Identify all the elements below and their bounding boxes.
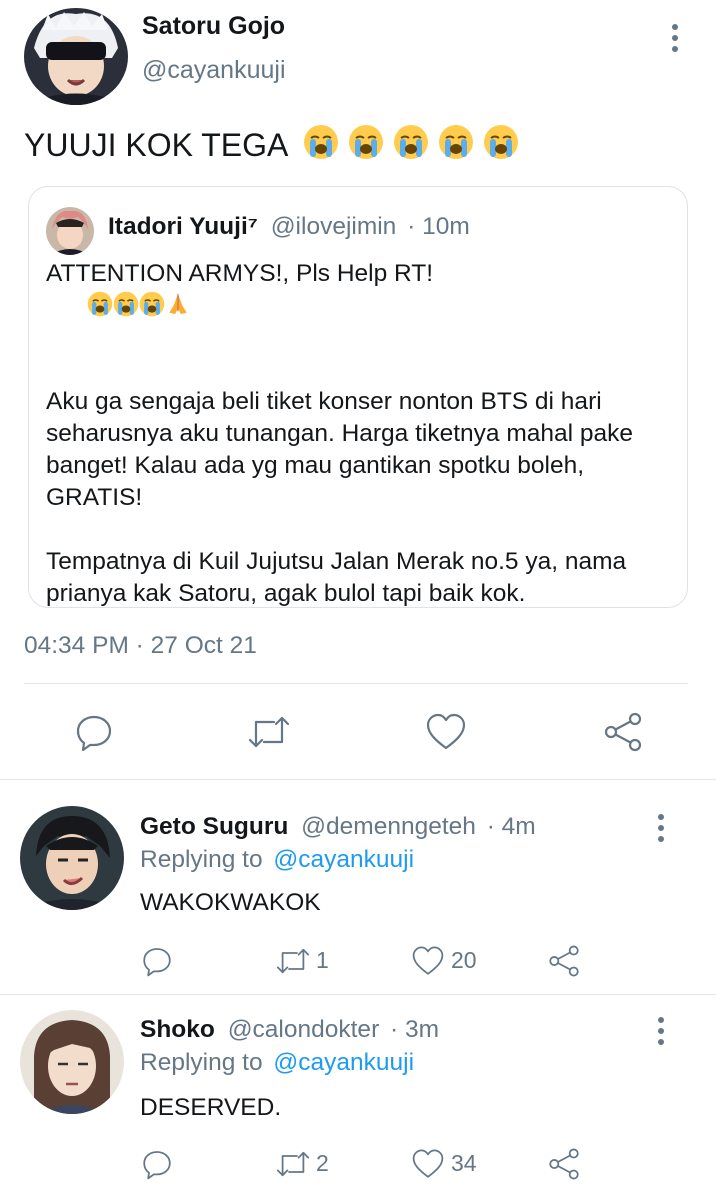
quoted-emoji-row (46, 291, 191, 351)
quoted-tweet-header: Itadori Yuuji⁷ @ilovejimin · 10m (108, 213, 470, 241)
retweet-icon[interactable] (246, 712, 292, 752)
reply-1-retweet-count: 1 (316, 947, 329, 973)
crying-face-icon (139, 291, 165, 317)
main-author-handle[interactable]: @cayankuuji (142, 56, 286, 85)
like-icon[interactable] (411, 945, 445, 977)
quoted-tweet-time: · 10m (407, 213, 470, 240)
reply-2-like-count: 34 (451, 1150, 477, 1176)
crying-face-icon (304, 125, 339, 159)
avatar-itadori-yuuji[interactable] (46, 207, 94, 255)
loudly-crying-emoji-row (303, 125, 519, 163)
share-icon[interactable] (547, 944, 581, 978)
like-icon[interactable] (411, 1148, 445, 1180)
reply-2-header: Shoko @calondokter · 3m (140, 1016, 439, 1044)
quoted-author-name[interactable]: Itadori Yuuji⁷ (108, 213, 258, 240)
divider (24, 683, 688, 684)
main-tweet-text-content: YUUJI KOK TEGA (24, 127, 287, 163)
reply-2-time: · 3m (390, 1016, 440, 1043)
avatar-shoko[interactable] (20, 1010, 124, 1114)
retweet-icon[interactable] (274, 945, 312, 977)
quoted-author-handle[interactable]: @ilovejimin (271, 213, 397, 240)
crying-face-icon (439, 125, 474, 159)
crying-face-icon (484, 125, 519, 159)
quoted-tweet-body: ATTENTION ARMYS!, Pls Help RT! Aku ga se… (46, 258, 666, 642)
replying-to-link[interactable]: @cayankuuji (273, 1049, 414, 1076)
reply-icon[interactable] (141, 1148, 173, 1180)
reply-1-header: Geto Suguru @demenngeteh · 4m (140, 813, 536, 841)
more-options-icon[interactable] (655, 814, 667, 842)
main-tweet-text: YUUJI KOK TEGA (24, 124, 519, 165)
more-options-icon[interactable] (655, 1017, 667, 1045)
share-icon[interactable] (547, 1147, 581, 1181)
reply-2-text: DESERVED. (140, 1094, 282, 1121)
reply-2-replying-to: Replying to @cayankuuji (140, 1049, 414, 1077)
replying-to-label: Replying to (140, 1049, 263, 1076)
retweet-icon[interactable] (274, 1148, 312, 1180)
share-icon[interactable] (602, 711, 644, 753)
quoted-tweet-line1-text: ATTENTION ARMYS!, Pls Help RT! (46, 260, 434, 287)
more-options-icon[interactable] (669, 24, 681, 52)
main-author-name[interactable]: Satoru Gojo (142, 12, 285, 41)
reply-1-text: WAKOKWAKOK (140, 889, 321, 916)
crying-face-icon (87, 291, 113, 317)
reply-2-author-name[interactable]: Shoko (140, 1016, 215, 1043)
avatar-satoru-gojo[interactable] (24, 8, 128, 105)
crying-face-icon (349, 125, 384, 159)
reply-icon[interactable] (141, 945, 173, 977)
folded-hands-icon (169, 293, 187, 315)
quoted-tweet-para2: Aku ga sengaja beli tiket konser nonton … (46, 388, 640, 511)
divider (0, 779, 716, 780)
avatar-geto-suguru[interactable] (20, 806, 124, 910)
tweet-timestamp: 04:34 PM · 27 Oct 21 (24, 632, 257, 659)
crying-face-icon (394, 125, 429, 159)
replying-to-link[interactable]: @cayankuuji (273, 846, 414, 873)
quoted-tweet-line1: ATTENTION ARMYS!, Pls Help RT! (46, 258, 666, 354)
reply-1-author-name[interactable]: Geto Suguru (140, 813, 288, 840)
quoted-tweet-para3: Tempatnya di Kuil Jujutsu Jalan Merak no… (46, 548, 633, 607)
replying-to-label: Replying to (140, 846, 263, 873)
crying-face-icon (113, 291, 139, 317)
reply-icon[interactable] (74, 712, 114, 752)
reply-1-replying-to: Replying to @cayankuuji (140, 846, 414, 874)
like-icon[interactable] (425, 712, 467, 752)
reply-1-like-count: 20 (451, 947, 477, 973)
divider (0, 994, 716, 995)
reply-1-author-handle[interactable]: @demenngeteh (301, 813, 476, 840)
reply-2-author-handle[interactable]: @calondokter (228, 1016, 380, 1043)
reply-2-retweet-count: 2 (316, 1150, 329, 1176)
reply-1-time: · 4m (486, 813, 536, 840)
